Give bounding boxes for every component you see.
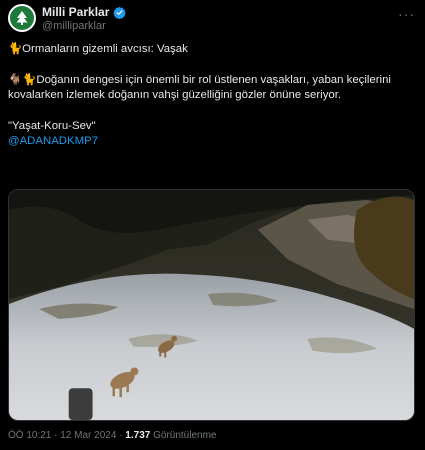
tree-logo-icon (13, 9, 31, 27)
tweet-line-slogan: "Yaşat-Koru-Sev" (8, 119, 96, 132)
avatar[interactable] (8, 4, 36, 32)
mention-link[interactable]: @ADANADKMP7 (8, 134, 415, 150)
tweet-line-body: 🐐🐈Doğanın dengesi için önemli bir rol üs… (8, 73, 395, 102)
view-count: 1.737 (125, 430, 151, 441)
tweet-date[interactable]: 12 Mar 2024 (60, 430, 116, 441)
tweet-photo[interactable] (8, 189, 415, 421)
view-label: Görüntülenme (150, 430, 217, 441)
tweet-text: 🐈Ormanların gizemli avcısı: Vaşak 🐐🐈Doğa… (8, 42, 415, 150)
more-options-icon[interactable]: ··· (398, 6, 415, 22)
account-handle[interactable]: @milliparklar (42, 20, 126, 32)
verified-badge-icon (113, 6, 127, 19)
tweet-line-title: 🐈Ormanların gizemli avcısı: Vaşak (8, 43, 188, 55)
tweet-meta: ÖÖ 10:21 · 12 Mar 2024 · 1.737 Görüntüle… (8, 430, 217, 441)
account-name[interactable]: Milli Parklar (42, 5, 109, 19)
tweet-time[interactable]: ÖÖ 10:21 (8, 430, 51, 441)
trail-camera-photo-icon (9, 190, 414, 420)
tweet-header: Milli Parklar @milliparklar ··· (8, 4, 417, 40)
account-info: Milli Parklar @milliparklar (42, 5, 127, 32)
